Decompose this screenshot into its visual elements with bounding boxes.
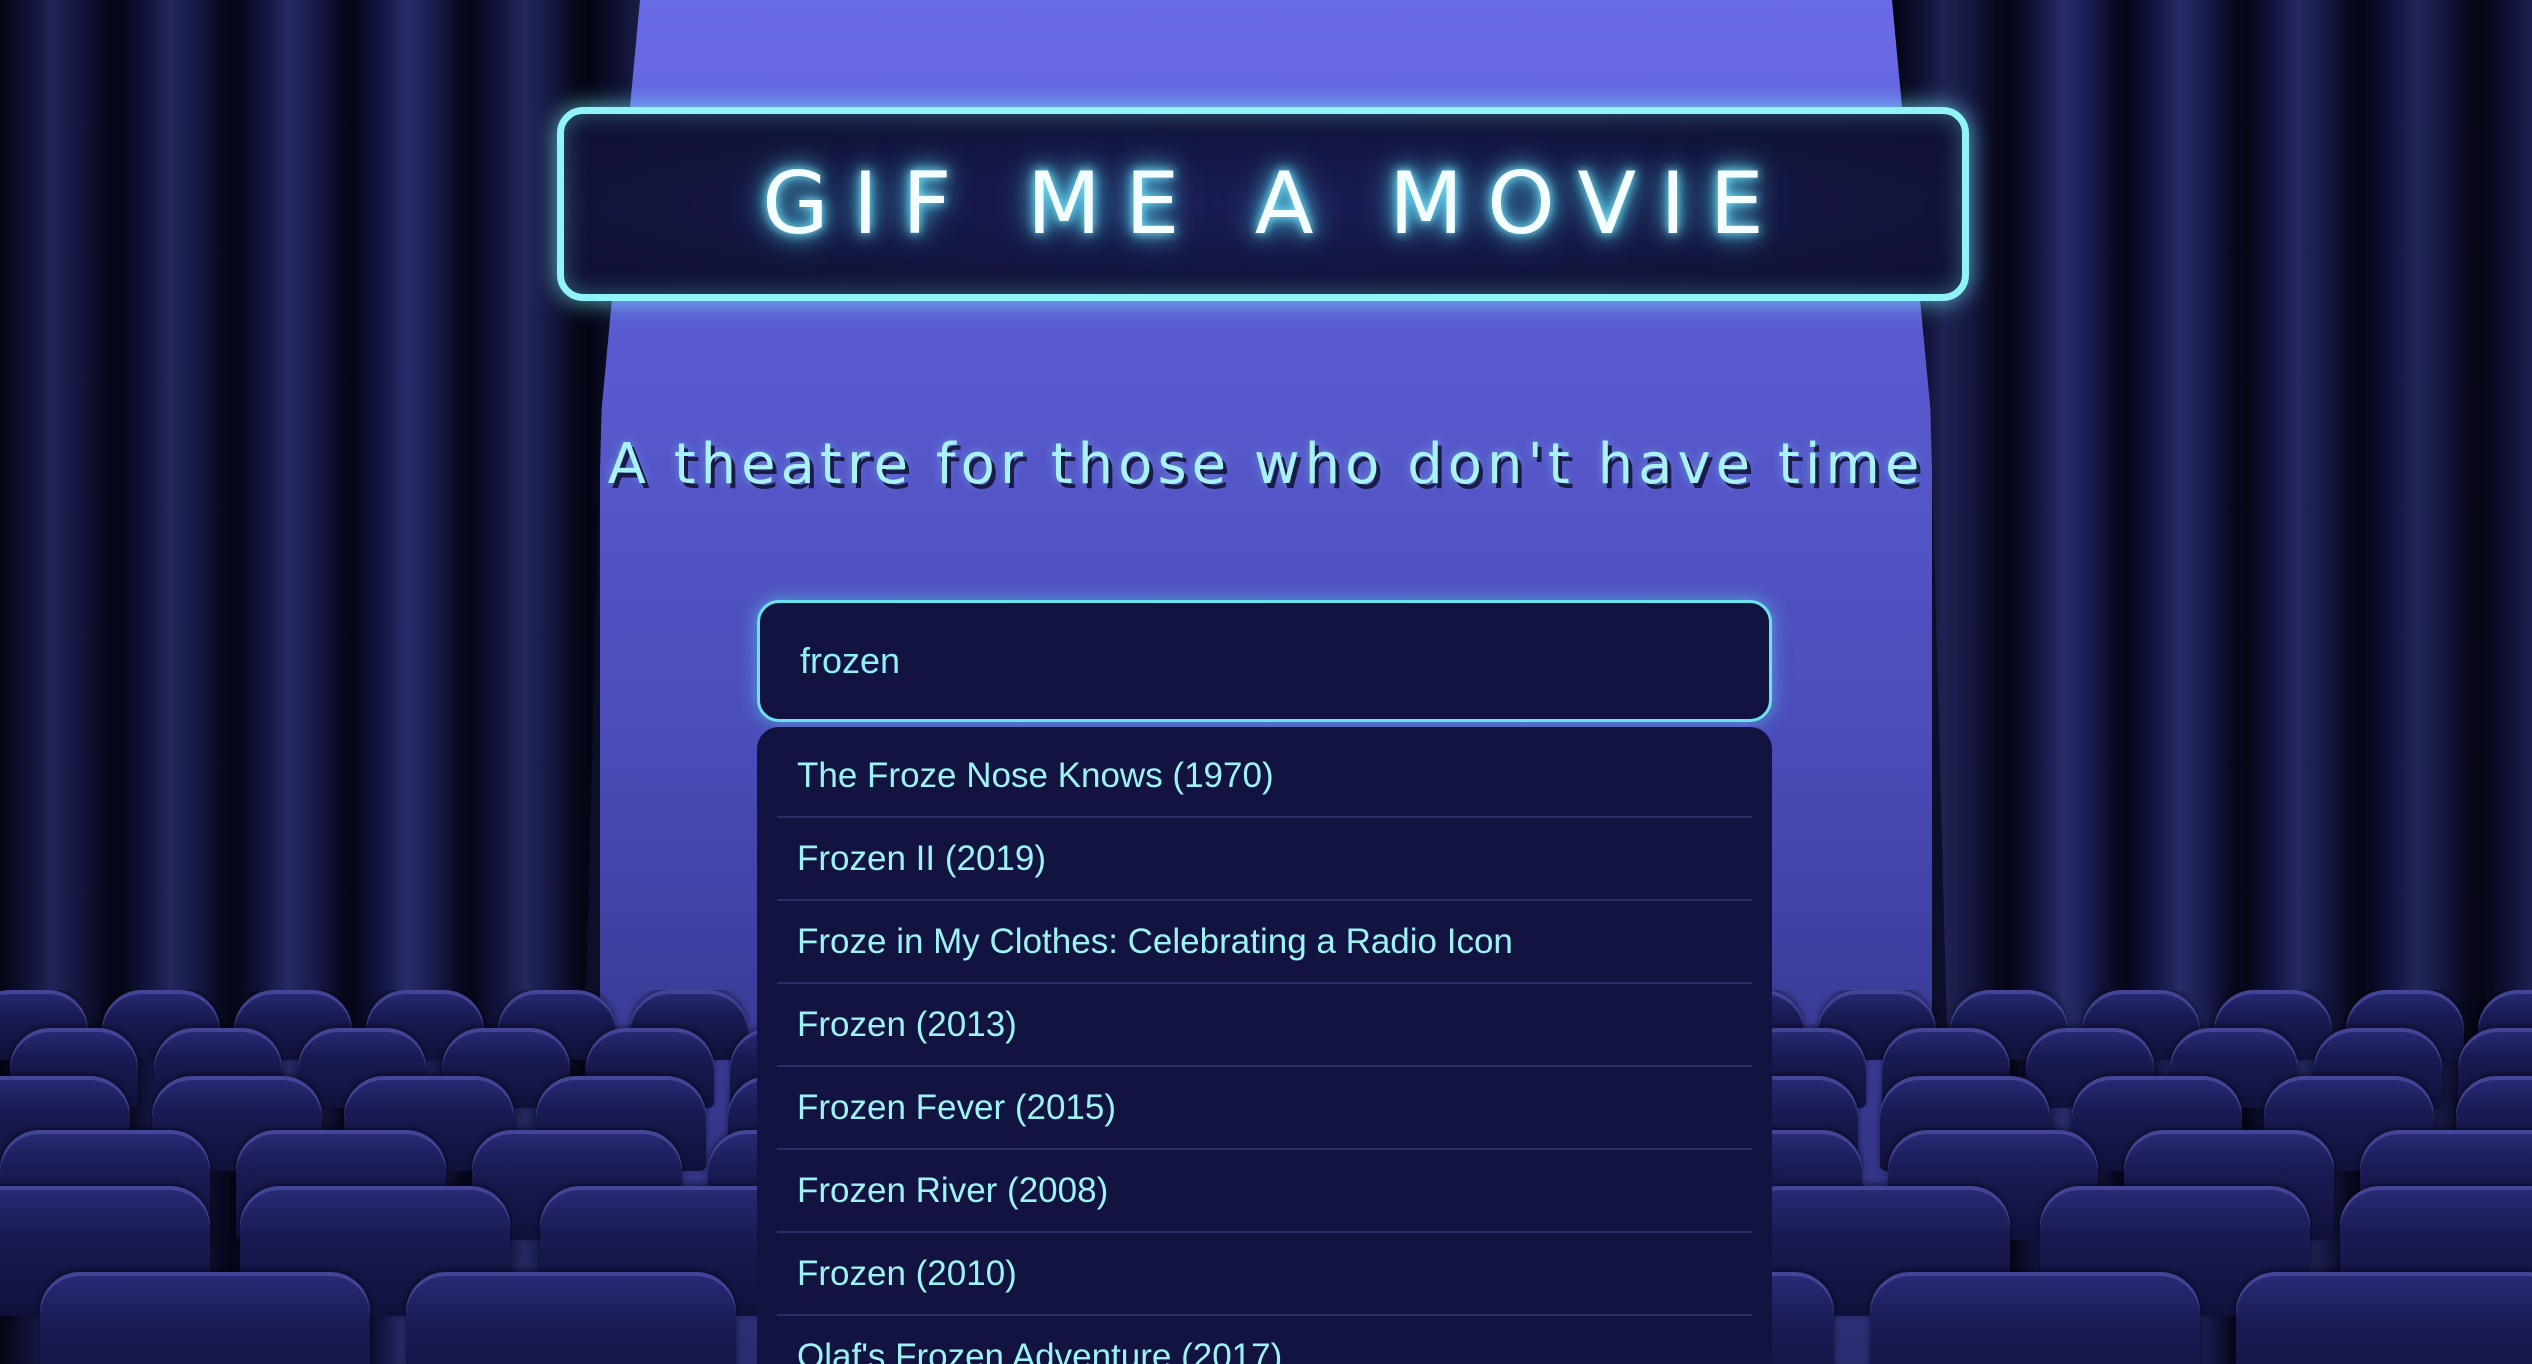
search-result-item[interactable]: Frozen River (2008) [777,1150,1752,1233]
movie-search-input[interactable] [757,600,1772,722]
title-banner: GIF ME A MOVIE [557,107,1969,301]
page-title: GIF ME A MOVIE [762,154,1788,254]
page-subtitle: A theatre for those who don't have time [607,432,1925,497]
theatre-stage: GIF ME A MOVIE A theatre for those who d… [0,0,2532,1364]
search-result-item[interactable]: Olaf's Frozen Adventure (2017) [777,1316,1752,1364]
search-result-item[interactable]: Frozen (2013) [777,984,1752,1067]
theatre-seat [1870,1272,2200,1364]
theatre-seat [40,1272,370,1364]
theatre-seat [406,1272,736,1364]
search-result-item[interactable]: Frozen Fever (2015) [777,1067,1752,1150]
search-result-item[interactable]: Frozen II (2019) [777,818,1752,901]
search-results-dropdown: The Froze Nose Knows (1970) Frozen II (20… [757,727,1772,1364]
theatre-seat [2236,1272,2532,1364]
search-result-item[interactable]: Frozen (2010) [777,1233,1752,1316]
search-result-item[interactable]: The Froze Nose Knows (1970) [777,735,1752,818]
search-result-item[interactable]: Froze in My Clothes: Celebrating a Radio… [777,901,1752,984]
